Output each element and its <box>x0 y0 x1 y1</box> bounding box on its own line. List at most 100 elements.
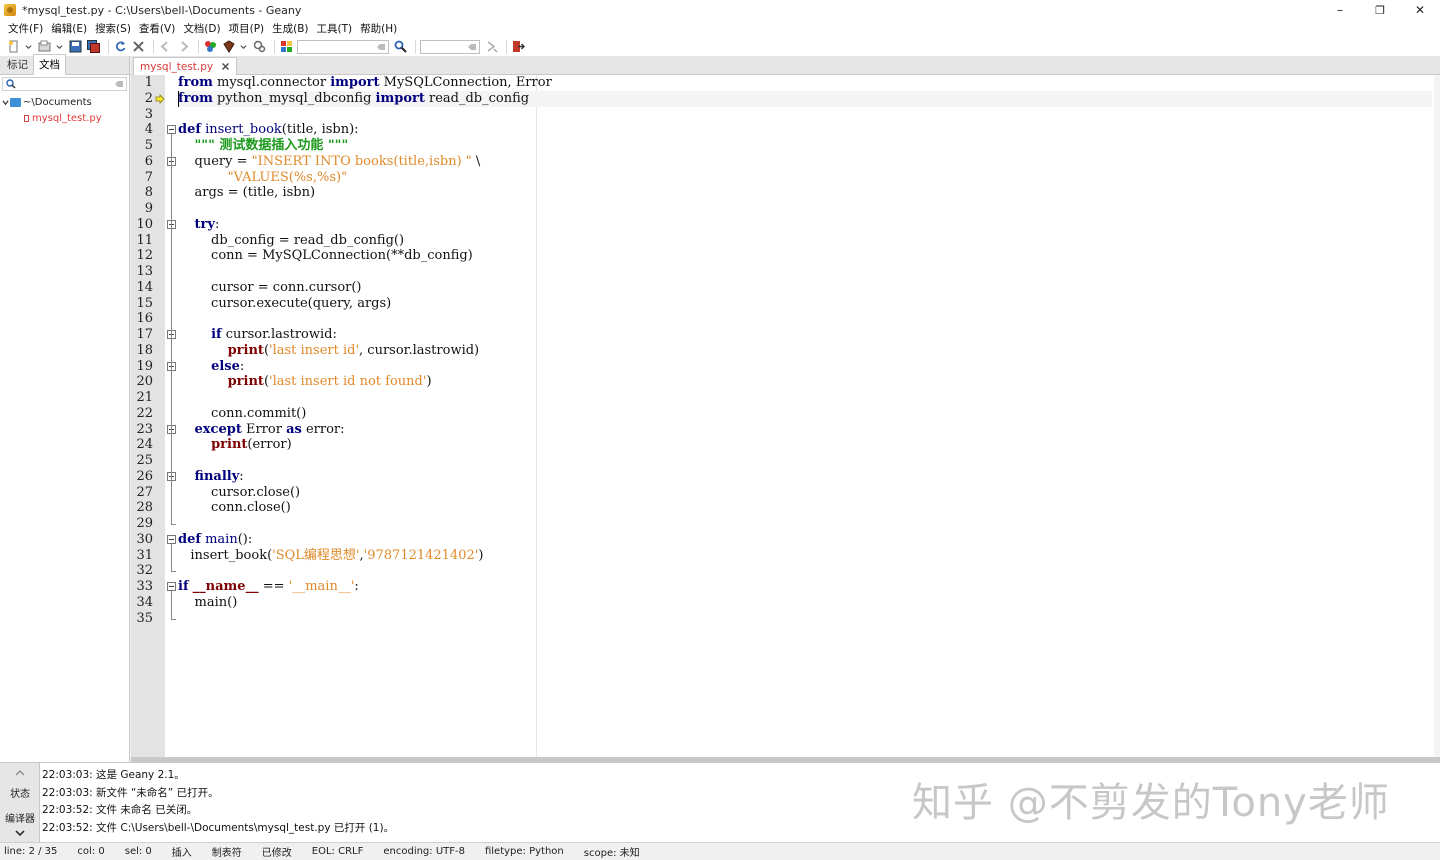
code-line[interactable]: def main(): <box>178 532 252 548</box>
code-line[interactable]: if cursor.lastrowid: <box>178 327 337 343</box>
code-line[interactable]: except Error as error: <box>178 422 345 438</box>
code-token: args = (title, isbn) <box>178 185 316 201</box>
tree-folder-label: ~\Documents <box>23 96 92 108</box>
menu-project[interactable]: 项目(P) <box>225 21 269 36</box>
quit-icon[interactable] <box>511 39 526 54</box>
fold-toggle-icon[interactable] <box>167 582 176 591</box>
tree-file-mysql-test[interactable]: mysql_test.py <box>0 110 129 126</box>
back-icon[interactable] <box>158 39 173 54</box>
fold-toggle-icon[interactable] <box>167 125 176 135</box>
chevron-down-icon[interactable] <box>0 97 10 107</box>
tab-status[interactable]: 状态 <box>0 785 40 800</box>
code-line[interactable]: query = "INSERT INTO books(title,isbn) "… <box>178 153 481 170</box>
code-line[interactable]: def insert_book(title, isbn): <box>178 122 359 138</box>
toolbar-separator <box>506 39 507 54</box>
compile-icon[interactable] <box>203 39 218 54</box>
code-token: \ <box>471 153 481 169</box>
code-area[interactable]: from mysql.connector import MySQLConnect… <box>178 75 1432 762</box>
fold-margin[interactable] <box>165 75 178 762</box>
line-number: 15 <box>136 295 153 311</box>
new-dropdown-icon[interactable] <box>24 39 32 54</box>
clear-goto-icon[interactable] <box>467 42 477 52</box>
code-line[interactable]: cursor.execute(query, args) <box>178 296 391 312</box>
code-line[interactable]: conn = MySQLConnection(**db_config) <box>178 248 473 264</box>
open-file-icon[interactable] <box>37 39 52 54</box>
toolbar <box>0 37 1440 56</box>
close-button[interactable]: ✕ <box>1400 0 1440 20</box>
sidebar-search-input[interactable] <box>2 77 127 91</box>
new-file-icon[interactable] <box>6 39 21 54</box>
code-line[interactable]: if __name__ == '__main__': <box>178 579 359 595</box>
reload-icon[interactable] <box>113 39 128 54</box>
build-dropdown-icon[interactable] <box>239 39 247 54</box>
menu-help[interactable]: 帮助(H) <box>356 21 401 36</box>
code-line[interactable]: args = (title, isbn) <box>178 185 316 201</box>
code-line[interactable]: """ 测试数据插入功能 """ <box>178 138 349 154</box>
code-token: : <box>239 358 245 374</box>
open-dropdown-icon[interactable] <box>55 39 63 54</box>
code-line[interactable]: conn.close() <box>178 500 291 516</box>
code-token: error: <box>301 421 345 437</box>
code-token: from <box>178 90 213 106</box>
menu-view[interactable]: 查看(V) <box>135 21 179 36</box>
code-line[interactable]: print(error) <box>178 437 292 453</box>
menu-edit[interactable]: 编辑(E) <box>47 21 91 36</box>
menu-build[interactable]: 生成(B) <box>268 21 312 36</box>
status-mode: 插入 <box>171 848 192 859</box>
menu-document[interactable]: 文档(D) <box>179 21 224 36</box>
code-line[interactable]: cursor = conn.cursor() <box>178 280 361 296</box>
close-file-icon[interactable] <box>131 39 146 54</box>
forward-icon[interactable] <box>176 39 191 54</box>
code-line[interactable]: main() <box>178 595 238 611</box>
chevron-up-icon[interactable] <box>14 768 26 778</box>
code-line[interactable]: cursor.close() <box>178 485 300 501</box>
maximize-button[interactable]: ❐ <box>1360 0 1400 20</box>
code-line[interactable]: db_config = read_db_config() <box>178 233 404 249</box>
save-all-icon[interactable] <box>86 39 101 54</box>
menu-tools[interactable]: 工具(T) <box>313 21 357 36</box>
code-line[interactable]: print('last insert id', cursor.lastrowid… <box>178 343 480 359</box>
code-line[interactable]: else: <box>178 359 244 375</box>
toolbar-search-input[interactable] <box>297 39 389 54</box>
code-line[interactable]: try: <box>178 216 220 233</box>
toolbar-separator <box>274 39 275 54</box>
find-icon[interactable] <box>393 39 408 54</box>
code-token: as <box>286 421 302 437</box>
clear-search-icon[interactable] <box>376 42 386 52</box>
close-tab-icon[interactable] <box>221 62 230 71</box>
code-token: : <box>354 579 359 594</box>
goto-line-input[interactable] <box>420 39 480 54</box>
code-line[interactable]: insert_book('SQL编程思想','9787121421402') <box>178 548 483 564</box>
code-line[interactable]: "VALUES(%s,%s)" <box>178 170 347 186</box>
code-editor[interactable]: 1 2 3 4 5 6 7 8 9 10 11 12 13 14 15 16 17 18 19 20 21 22 23 24 2… <box>131 75 1440 762</box>
code-line[interactable]: from mysql.connector import MySQLConnect… <box>178 75 552 91</box>
color-chooser-icon[interactable] <box>279 39 294 54</box>
menu-search[interactable]: 搜索(S) <box>91 21 135 36</box>
line-number: 19 <box>136 358 153 374</box>
tab-symbols[interactable]: 标记 <box>2 55 33 74</box>
build-icon[interactable] <box>221 39 236 54</box>
goto-line-icon[interactable] <box>484 39 499 54</box>
code-token: try <box>194 216 215 232</box>
minimize-button[interactable]: – <box>1320 0 1360 20</box>
code-token: __name__ <box>192 579 259 594</box>
save-icon[interactable] <box>68 39 83 54</box>
vertical-scrollbar[interactable] <box>1434 75 1440 762</box>
tree-folder-documents[interactable]: ~\Documents <box>0 94 129 110</box>
code-line[interactable]: finally: <box>178 469 244 485</box>
clear-sidebar-search-icon[interactable] <box>114 79 124 89</box>
menu-file[interactable]: 文件(F) <box>4 21 47 36</box>
code-line[interactable]: print('last insert id not found') <box>178 374 432 390</box>
search-icon <box>6 79 16 89</box>
chevron-down-icon[interactable] <box>14 828 26 838</box>
tab-mysql-test[interactable]: mysql_test.py <box>133 57 238 75</box>
toolbar-separator <box>153 39 154 54</box>
tab-compiler[interactable]: 编译器 <box>0 810 40 825</box>
code-token: (title, isbn): <box>281 122 359 138</box>
tab-documents[interactable]: 文档 <box>33 54 66 75</box>
code-token: 'last insert id not found' <box>269 374 427 390</box>
code-line[interactable]: conn.commit() <box>178 406 306 422</box>
run-icon[interactable] <box>252 39 267 54</box>
fold-toggle-icon[interactable] <box>167 534 176 544</box>
code-line[interactable]: from python_mysql_dbconfig import read_d… <box>178 90 1432 107</box>
